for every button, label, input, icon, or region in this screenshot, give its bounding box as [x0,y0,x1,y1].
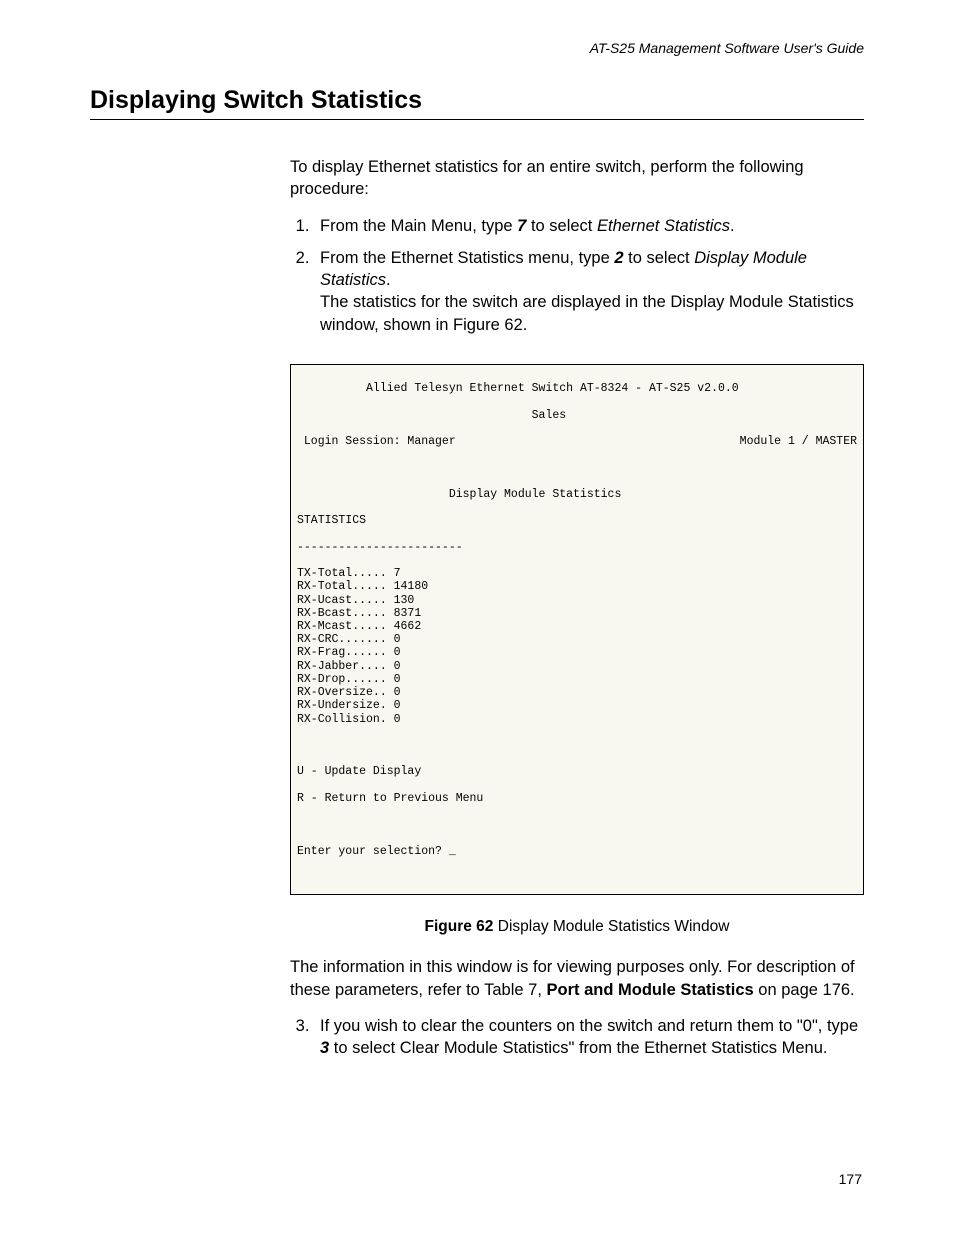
running-header: AT-S25 Management Software User's Guide [90,40,864,56]
step-2-text-c: . [386,271,391,289]
page-number: 177 [839,1171,862,1187]
terminal-stats-rows: TX-Total..... 7RX-Total..... 14180RX-Uca… [297,567,857,726]
terminal-stat-cell: RX-Frag...... 0 [297,646,401,659]
terminal-stat-row: RX-Total..... 14180 [297,580,857,593]
terminal-stat-row: RX-Undersize. 0 [297,699,857,712]
section-heading: Displaying Switch Statistics [90,86,864,120]
step-1-text-c: . [730,217,735,235]
terminal-prompt: Enter your selection? _ [297,845,857,858]
figure-caption-text: Display Module Statistics Window [493,918,729,935]
terminal-blank-1 [297,461,857,474]
terminal-stat-row: RX-Oversize.. 0 [297,686,857,699]
step-2-sub: The statistics for the switch are displa… [320,291,864,336]
terminal-stat-cell: RX-CRC....... 0 [297,633,401,646]
terminal-stat-cell: RX-Mcast..... 4662 [297,620,421,633]
after-figure-b: on page 176. [754,981,855,999]
terminal-menu-u: U - Update Display [297,765,857,778]
terminal-stat-cell: RX-Drop...... 0 [297,673,401,686]
terminal-stat-row: RX-Frag...... 0 [297,646,857,659]
terminal-stat-cell: RX-Ucast..... 130 [297,594,414,607]
intro-paragraph: To display Ethernet statistics for an en… [290,156,864,201]
after-figure-ref: Port and Module Statistics [547,981,754,999]
step-3-key: 3 [320,1039,329,1057]
step-1-text-b: to select [526,217,597,235]
terminal-stat-row: RX-Ucast..... 130 [297,594,857,607]
terminal-blank-2 [297,739,857,752]
step-1-key: 7 [517,217,526,235]
terminal-window: Allied Telesyn Ethernet Switch AT-8324 -… [290,364,864,896]
terminal-stat-cell: RX-Oversize.. 0 [297,686,401,699]
terminal-stat-cell: RX-Undersize. 0 [297,699,401,712]
terminal-menu-r: R - Return to Previous Menu [297,792,857,805]
step-3-text-b: to select Clear Module Statistics" from … [329,1039,827,1057]
terminal-stat-row: RX-Drop...... 0 [297,673,857,686]
step-2-text-b: to select [624,249,695,267]
after-figure-paragraph: The information in this window is for vi… [290,956,864,1001]
terminal-stat-row: RX-CRC....... 0 [297,633,857,646]
terminal-title: Allied Telesyn Ethernet Switch AT-8324 -… [297,382,857,395]
step-2: From the Ethernet Statistics menu, type … [314,247,864,336]
step-1-text-a: From the Main Menu, type [320,217,517,235]
terminal-session-left: Login Session: Manager [297,435,456,448]
terminal-stat-cell: RX-Total..... 14180 [297,580,428,593]
terminal-divider: ------------------------ [297,541,857,554]
terminal-stats-header: STATISTICS [297,514,857,527]
terminal-stat-row: RX-Jabber.... 0 [297,660,857,673]
figure-62-wrap: Allied Telesyn Ethernet Switch AT-8324 -… [290,364,864,896]
terminal-subtitle: Sales [297,409,857,422]
terminal-heading: Display Module Statistics [297,488,857,501]
step-3: If you wish to clear the counters on the… [314,1015,864,1060]
terminal-blank-3 [297,818,857,831]
terminal-stat-row: RX-Mcast..... 4662 [297,620,857,633]
terminal-session-right: Module 1 / MASTER [740,435,857,448]
step-2-text-a: From the Ethernet Statistics menu, type [320,249,614,267]
terminal-stat-row: TX-Total..... 7 [297,567,857,580]
terminal-session-row: Login Session: Manager Module 1 / MASTER [297,435,857,448]
step-3-text-a: If you wish to clear the counters on the… [320,1017,858,1035]
terminal-stat-cell: RX-Jabber.... 0 [297,660,401,673]
procedure-list-continued: If you wish to clear the counters on the… [290,1015,864,1060]
figure-caption: Figure 62 Display Module Statistics Wind… [290,917,864,938]
step-1-menu: Ethernet Statistics [597,217,730,235]
terminal-stat-row: RX-Collision. 0 [297,713,857,726]
procedure-list: From the Main Menu, type 7 to select Eth… [290,215,864,336]
step-2-key: 2 [614,249,623,267]
page-container: AT-S25 Management Software User's Guide … [0,0,954,1235]
step-1: From the Main Menu, type 7 to select Eth… [314,215,864,237]
terminal-stat-cell: RX-Bcast..... 8371 [297,607,421,620]
terminal-stat-cell: TX-Total..... 7 [297,567,401,580]
figure-number: Figure 62 [425,918,494,935]
terminal-stat-cell: RX-Collision. 0 [297,713,401,726]
body-content: To display Ethernet statistics for an en… [290,156,864,1059]
terminal-stat-row: RX-Bcast..... 8371 [297,607,857,620]
